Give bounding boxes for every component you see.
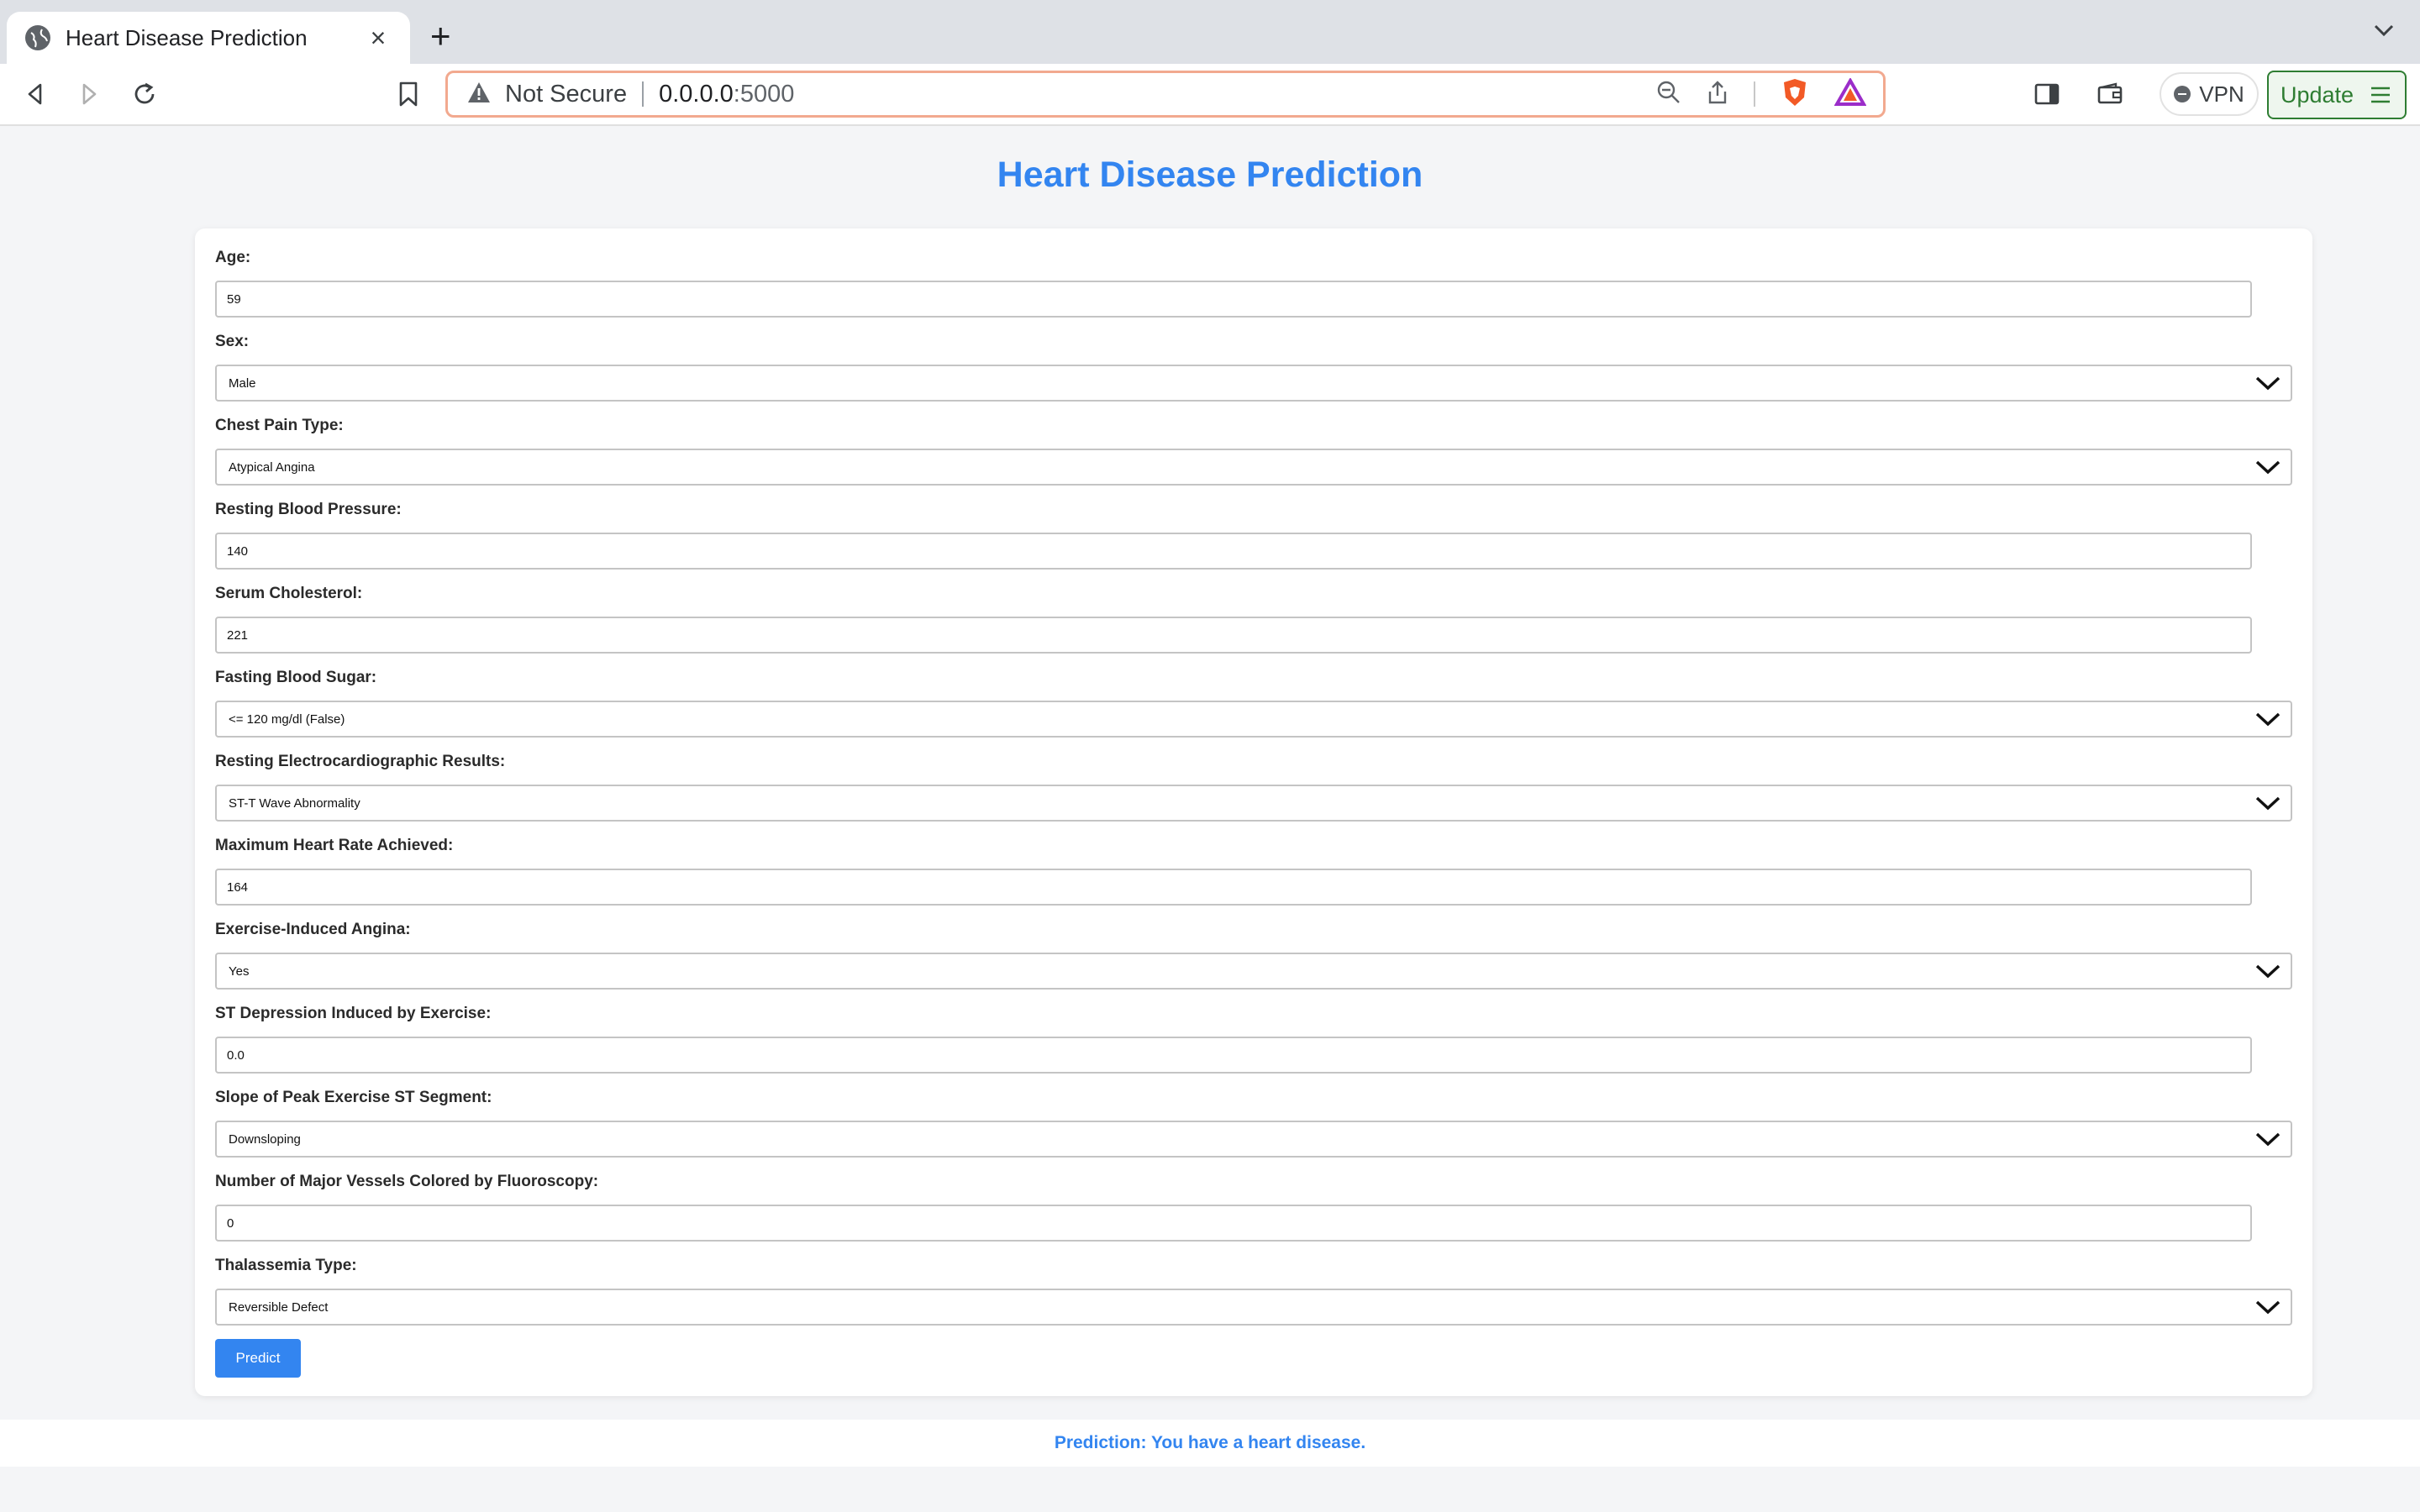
thal-select[interactable]: Reversible Defect [215,1289,2292,1326]
address-bar-divider [1754,81,1755,107]
fasting-bs-label: Fasting Blood Sugar: [215,669,377,686]
back-button[interactable] [17,76,54,113]
url-port: :5000 [733,80,795,108]
forward-icon [82,83,97,105]
close-icon[interactable]: × [365,23,392,54]
chevron-down-icon[interactable] [2373,22,2395,43]
max-hr-input[interactable] [215,869,2252,906]
prediction-result-banner: Prediction: You have a heart disease. [0,1420,2420,1467]
vpn-status-icon [2174,86,2191,102]
sex-select[interactable]: Male [215,365,2292,402]
max-hr-label: Maximum Heart Rate Achieved: [215,837,454,854]
cholesterol-label: Serum Cholesterol: [215,585,363,602]
chevron-down-icon [2255,1300,2281,1315]
rest-ecg-select[interactable]: ST-T Wave Abnormality [215,785,2292,822]
globe-icon [25,25,50,50]
brave-shields-icon[interactable] [1781,77,1809,112]
back-icon [28,83,42,105]
chevron-down-icon [2255,712,2281,727]
wallet-button[interactable] [2092,76,2129,113]
url-host: 0.0.0.0 [659,80,734,108]
update-label: Update [2281,81,2354,108]
chest-pain-select[interactable]: Atypical Angina [215,449,2292,486]
browser-tab[interactable]: Heart Disease Prediction × [7,12,410,64]
brave-rewards-icon[interactable] [1833,76,1867,111]
tab-title: Heart Disease Prediction [66,24,308,50]
security-status[interactable]: Not Secure [505,81,627,108]
fasting-bs-selected-value: <= 120 mg/dl (False) [229,711,345,727]
prediction-form: Age: Sex: Male Chest Pain Type: Atypical… [195,228,2312,1396]
chevron-down-icon [2255,460,2281,475]
browser-toolbar: Not Secure 0.0.0.0 :5000 VPN Update [0,64,2420,126]
thal-selected-value: Reversible Defect [229,1299,329,1315]
predict-button[interactable]: Predict [215,1339,301,1378]
chest-pain-label: Chest Pain Type: [215,417,344,434]
slope-select[interactable]: Downsloping [215,1121,2292,1158]
thal-label: Thalassemia Type: [215,1257,357,1274]
chevron-down-icon [2255,376,2281,391]
resting-bp-label: Resting Blood Pressure: [215,501,402,518]
forward-button[interactable] [71,76,108,113]
browser-tab-strip: Heart Disease Prediction × + [0,0,2420,64]
bookmark-icon [399,81,418,107]
wallet-icon [2097,82,2123,104]
vpn-button[interactable]: VPN [2160,72,2259,116]
age-label: Age: [215,249,251,266]
chevron-down-icon [2255,796,2281,811]
fasting-bs-select[interactable]: <= 120 mg/dl (False) [215,701,2292,738]
chest-pain-selected-value: Atypical Angina [229,459,315,475]
prediction-result: Prediction: You have a heart disease. [1054,1433,1366,1452]
exercise-angina-select[interactable]: Yes [215,953,2292,990]
chevron-down-icon [2255,964,2281,979]
vessels-label: Number of Major Vessels Colored by Fluor… [215,1173,599,1190]
exercise-angina-selected-value: Yes [229,963,250,979]
update-button[interactable]: Update [2267,71,2407,119]
st-depression-input[interactable] [215,1037,2252,1074]
cholesterol-input[interactable] [215,617,2252,654]
sex-selected-value: Male [229,375,256,391]
sex-label: Sex: [215,333,250,350]
resting-bp-input[interactable] [215,533,2252,570]
share-icon[interactable] [1707,80,1728,109]
address-bar[interactable]: Not Secure 0.0.0.0 :5000 [445,71,1886,118]
bookmark-button[interactable] [390,76,427,113]
slope-label: Slope of Peak Exercise ST Segment: [215,1089,492,1106]
sidebar-toggle-button[interactable] [2028,76,2065,113]
chevron-down-icon [2255,1132,2281,1147]
age-input[interactable] [215,281,2252,318]
zoom-out-icon[interactable] [1656,80,1681,109]
address-bar-actions [1656,73,1867,115]
new-tab-button[interactable]: + [430,18,451,54]
vpn-label: VPN [2199,81,2244,107]
reload-button[interactable] [126,76,163,113]
st-depression-label: ST Depression Induced by Exercise: [215,1005,492,1022]
menu-icon [2371,87,2390,103]
page-title: Heart Disease Prediction [997,155,1423,195]
sidebar-icon [2034,83,2060,105]
rest-ecg-label: Resting Electrocardiographic Results: [215,753,506,770]
exercise-angina-label: Exercise-Induced Angina: [215,921,411,938]
vessels-input[interactable] [215,1205,2252,1242]
warning-icon [466,81,492,108]
reload-icon [134,82,155,104]
rest-ecg-selected-value: ST-T Wave Abnormality [229,795,360,811]
url-divider [642,81,644,107]
slope-selected-value: Downsloping [229,1131,301,1147]
